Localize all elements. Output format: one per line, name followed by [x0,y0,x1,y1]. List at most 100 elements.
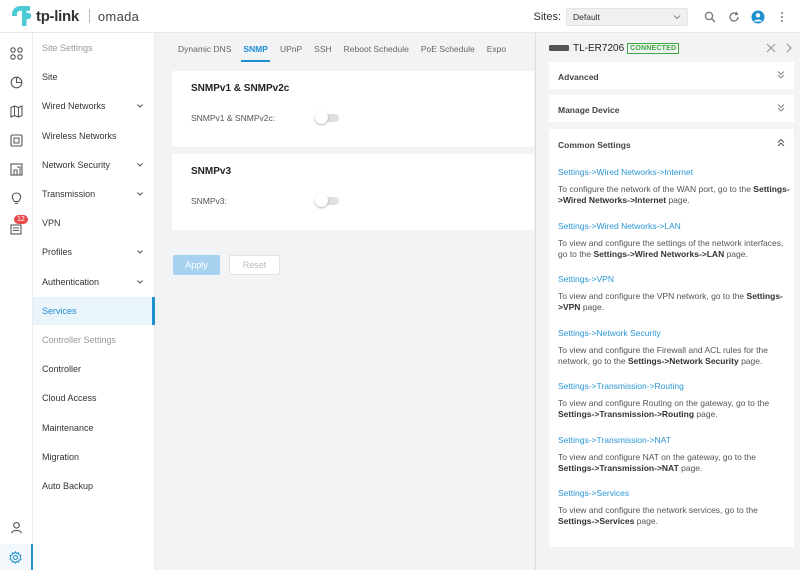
user-avatar-icon[interactable] [751,10,765,24]
tp-link-logo[interactable]: tp-link omada [9,4,139,28]
common-settings-link[interactable]: Settings->Transmission->NAT [558,435,671,445]
dashboard-icon[interactable] [0,41,33,65]
icon-rail: 12 [0,33,33,570]
tab-expor[interactable]: Expor [481,40,506,62]
common-settings-link[interactable]: Settings->Transmission->Routing [558,381,684,391]
tab-dynamic-dns[interactable]: Dynamic DNS [172,40,237,62]
sidebar-item-services[interactable]: Services [33,296,155,325]
common-settings-link[interactable]: Settings->Wired Networks->LAN [558,221,681,231]
tab-upnp[interactable]: UPnP [274,40,308,62]
tp-link-logo-icon [12,6,32,26]
advanced-title: Advanced [558,72,599,82]
common-settings-description: To view and configure the Firewall and A… [558,345,790,367]
refresh-icon[interactable] [727,10,741,24]
common-settings-description: To view and configure the settings of th… [558,238,790,260]
sidebar-item-cloud-access[interactable]: Cloud Access [33,384,155,412]
more-options-icon[interactable] [775,10,789,24]
sidebar-item-controller[interactable]: Controller [33,355,155,383]
reset-button[interactable]: Reset [229,255,280,275]
double-chevron-up-icon[interactable] [776,138,786,148]
hotspot-lightbulb-icon[interactable] [0,186,33,210]
sidebar-item-auto-backup[interactable]: Auto Backup [33,472,155,500]
sidebar-item-maintenance[interactable]: Maintenance [33,414,155,442]
chevron-down-icon [137,162,143,167]
site-select[interactable]: Default [566,7,688,26]
sidebar-item-label: Authentication [42,276,100,287]
sidebar-item-wired-networks[interactable]: Wired Networks [33,92,155,120]
statistics-icon[interactable] [0,70,33,94]
settings-gear-icon[interactable] [0,544,33,570]
sidebar-item-transmission[interactable]: Transmission [33,180,155,208]
snmp-v3-title: SNMPv3 [191,166,232,177]
common-settings-link[interactable]: Settings->VPN [558,274,614,284]
apply-button[interactable]: Apply [173,255,220,275]
description-text: page. [666,195,690,205]
common-settings-description: To configure the network of the WAN port… [558,184,790,206]
sidebar-item-network-security[interactable]: Network Security [33,151,155,179]
sidebar-item-label: Services [42,305,77,316]
snmp-v1-card: SNMPv1 & SNMPv2c SNMPv1 & SNMPv2c: [172,71,534,147]
map-icon[interactable] [0,99,33,123]
close-icon[interactable] [765,42,777,54]
advanced-section[interactable]: Advanced [549,62,794,89]
snmp-v1-toggle[interactable] [315,111,339,124]
sidebar-item-migration[interactable]: Migration [33,443,155,471]
search-icon[interactable] [703,10,717,24]
sidebar-item-label: Maintenance [42,422,94,433]
common-settings-link[interactable]: Settings->Services [558,488,629,498]
sidebar-item-label: Site Settings [42,43,93,53]
description-text: page. [580,302,605,312]
account-icon[interactable] [0,515,33,539]
description-text: page. [694,409,718,419]
tab-poe-schedule[interactable]: PoE Schedule [415,40,481,62]
sidebar-item-label: Migration [42,451,80,462]
sidebar-item-wireless-networks[interactable]: Wireless Networks [33,122,155,150]
site-select-value: Default [573,11,600,22]
manage-device-section[interactable]: Manage Device [549,95,794,122]
tab-reboot-schedule[interactable]: Reboot Schedule [338,40,415,62]
status-badge: CONNECTED [627,42,680,54]
common-settings-description: To view and configure the network servic… [558,505,790,527]
device-name: TL-ER7206 [573,42,625,54]
sidebar-item-label: VPN [42,218,61,229]
common-settings-link[interactable]: Settings->Network Security [558,328,661,338]
snmp-v3-label: SNMPv3: [191,196,227,206]
description-text: To configure the network of the WAN port… [558,184,754,194]
sidebar-item-vpn[interactable]: VPN [33,209,155,237]
description-path: Settings->Services [558,516,635,526]
brand-name: tp-link [36,7,79,25]
description-text: To view and configure the VPN network, g… [558,291,747,301]
sidebar-item-site[interactable]: Site [33,63,155,91]
menu-group-controller-settings: Controller Settings [33,326,155,354]
sidebar-item-label: Network Security [42,159,111,170]
device-panel-header: TL-ER7206 CONNECTED [536,33,800,63]
logs-icon[interactable]: 12 [0,215,33,240]
alerts-count-badge: 12 [14,215,28,224]
snmp-v3-toggle[interactable] [315,194,339,207]
router-device-icon [549,45,569,51]
chevron-right-icon[interactable] [783,42,795,54]
tab-snmp[interactable]: SNMP [237,40,274,62]
insights-icon[interactable] [0,157,33,181]
snmp-v1-label: SNMPv1 & SNMPv2c: [191,113,276,123]
sidebar-item-profiles[interactable]: Profiles [33,238,155,266]
double-chevron-down-icon [777,71,785,79]
double-chevron-down-icon [777,104,785,112]
chevron-down-icon [137,104,143,109]
sidebar-item-label: Profiles [42,247,73,258]
sidebar-item-authentication[interactable]: Authentication [33,268,155,296]
chevron-down-icon [137,192,143,196]
description-text: page. [634,516,658,526]
common-settings-link[interactable]: Settings->Wired Networks->Internet [558,167,693,177]
sidebar-item-label: Wired Networks [42,101,106,112]
snmp-v3-card: SNMPv3 SNMPv3: [172,154,534,230]
description-text: To view and configure Routing on the gat… [558,398,770,408]
devices-icon[interactable] [0,128,33,152]
tab-ssh[interactable]: SSH [308,40,337,62]
sidebar-item-label: Auto Backup [42,481,94,491]
description-path: Settings->Network Security [627,355,739,366]
services-tabs: Dynamic DNS SNMP UPnP SSH Reboot Schedule PoE… [172,40,506,62]
common-settings-title: Common Settings [558,140,631,150]
sidebar-item-label: Controller [42,364,82,375]
top-header: tp-link omada Sites: Default [0,0,800,33]
